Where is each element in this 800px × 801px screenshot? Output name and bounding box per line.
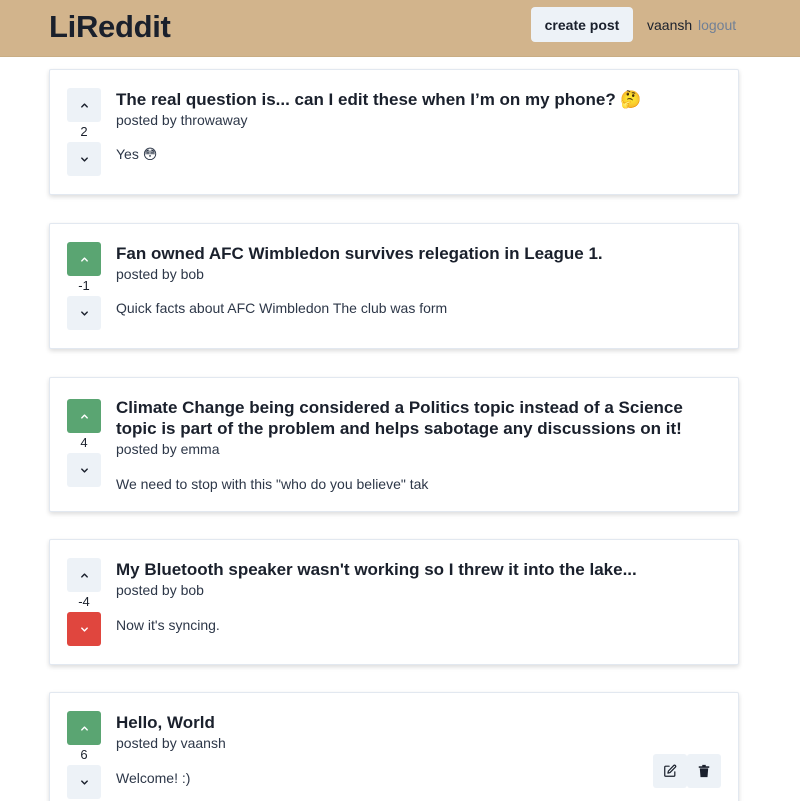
- create-post-button[interactable]: create post: [531, 7, 633, 42]
- post-title[interactable]: My Bluetooth speaker wasn't working so I…: [116, 559, 722, 580]
- app-logo[interactable]: LiReddit: [49, 9, 171, 45]
- vote-section: 4: [67, 399, 101, 487]
- post-card: -4 My Bluetooth speaker wasn't working s…: [49, 539, 739, 665]
- vote-section: 6: [67, 711, 101, 799]
- chevron-up-icon: [80, 572, 88, 578]
- logout-link[interactable]: logout: [698, 17, 736, 33]
- upvote-button[interactable]: [67, 399, 101, 433]
- chevron-down-icon: [80, 310, 88, 316]
- post-snippet: We need to stop with this "who do you be…: [116, 476, 429, 492]
- edit-icon: [664, 764, 677, 777]
- post-author: posted by emma: [116, 441, 220, 457]
- chevron-down-icon: [80, 626, 88, 632]
- post-card: 6 Hello, World posted by vaansh Welcome!…: [49, 692, 739, 801]
- post-header: Fan owned AFC Wimbledon survives relegat…: [116, 243, 722, 283]
- post-author: posted by bob: [116, 266, 204, 282]
- navbar: LiReddit create post vaansh logout: [0, 0, 800, 57]
- post-header: The real question is... can I edit these…: [116, 89, 722, 129]
- upvote-button[interactable]: [67, 558, 101, 592]
- upvote-button[interactable]: [67, 88, 101, 122]
- post-header: My Bluetooth speaker wasn't working so I…: [116, 559, 722, 599]
- chevron-up-icon: [80, 256, 88, 262]
- upvote-button[interactable]: [67, 711, 101, 745]
- post-title[interactable]: Climate Change being considered a Politi…: [116, 397, 722, 439]
- chevron-up-icon: [80, 413, 88, 419]
- downvote-button[interactable]: [67, 612, 101, 646]
- vote-section: -1: [67, 242, 101, 330]
- post-title[interactable]: Hello, World: [116, 712, 722, 733]
- username: vaansh: [647, 17, 693, 33]
- post-card: 2 The real question is... can I edit the…: [49, 69, 739, 195]
- post-snippet: Yes 😳: [116, 146, 158, 162]
- chevron-down-icon: [80, 467, 88, 473]
- post-header: Hello, World posted by vaansh: [116, 712, 722, 752]
- post-title[interactable]: Fan owned AFC Wimbledon survives relegat…: [116, 243, 722, 264]
- vote-section: -4: [67, 558, 101, 646]
- chevron-down-icon: [80, 779, 88, 785]
- upvote-button[interactable]: [67, 242, 101, 276]
- post-author: posted by vaansh: [116, 735, 226, 751]
- delete-post-button[interactable]: [687, 754, 721, 788]
- trash-icon: [698, 764, 710, 778]
- chevron-up-icon: [80, 102, 88, 108]
- vote-count: 4: [80, 435, 88, 450]
- post-author: posted by throwaway: [116, 112, 248, 128]
- post-header: Climate Change being considered a Politi…: [116, 397, 722, 458]
- post-snippet: Welcome! :): [116, 770, 191, 786]
- post-author: posted by bob: [116, 582, 204, 598]
- chevron-down-icon: [80, 156, 88, 162]
- downvote-button[interactable]: [67, 296, 101, 330]
- post-card: -1 Fan owned AFC Wimbledon survives rele…: [49, 223, 739, 349]
- downvote-button[interactable]: [67, 453, 101, 487]
- vote-section: 2: [67, 88, 101, 176]
- downvote-button[interactable]: [67, 142, 101, 176]
- post-snippet: Quick facts about AFC Wimbledon The club…: [116, 300, 448, 316]
- chevron-up-icon: [80, 725, 88, 731]
- vote-count: -4: [78, 594, 90, 609]
- downvote-button[interactable]: [67, 765, 101, 799]
- vote-count: 2: [80, 124, 88, 139]
- vote-count: 6: [80, 747, 88, 762]
- post-snippet: Now it's syncing.: [116, 617, 220, 633]
- post-card: 4 Climate Change being considered a Poli…: [49, 377, 739, 512]
- vote-count: -1: [78, 278, 90, 293]
- edit-post-button[interactable]: [653, 754, 687, 788]
- post-title[interactable]: The real question is... can I edit these…: [116, 89, 722, 110]
